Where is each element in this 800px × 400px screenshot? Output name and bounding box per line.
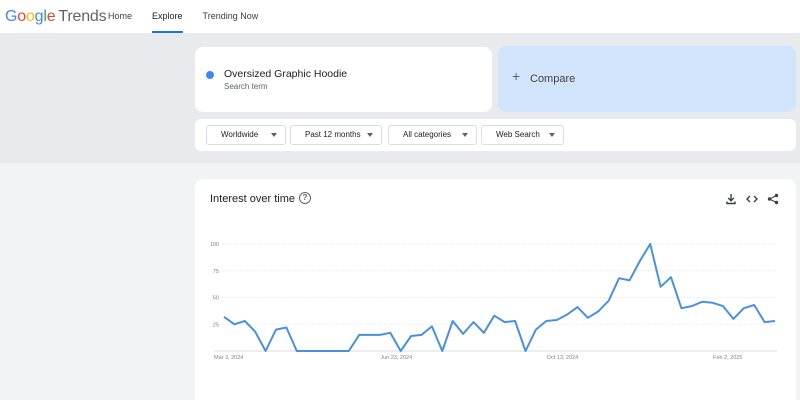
y-tick-label: 100 — [210, 242, 219, 248]
logo-letter: G — [5, 8, 18, 25]
tab-explore[interactable]: Explore — [152, 0, 183, 33]
logo-letter: e — [46, 8, 56, 25]
interest-line-chart: 25 50 75 100 Mar 3, 2024 Jun 23, 2024 Oct 13, … — [210, 242, 777, 361]
caret-down-icon — [367, 133, 373, 137]
search-term-card[interactable]: Oversized Graphic Hoodie Search term — [195, 47, 492, 112]
region-filter-dropdown[interactable]: Worldwide — [206, 125, 286, 145]
x-tick-label: Mar 3, 2024 — [214, 355, 243, 361]
compare-button[interactable]: + Compare — [498, 46, 796, 112]
caret-down-icon — [271, 133, 277, 137]
time-filter-label: Past 12 months — [305, 130, 361, 139]
tab-trending-now[interactable]: Trending Now — [203, 0, 259, 33]
google-trends-logo[interactable]: Google Trends — [5, 8, 107, 26]
category-filter-dropdown[interactable]: All categories — [388, 125, 477, 145]
x-tick-label: Feb 2, 2025 — [713, 355, 742, 361]
logo-trends-word: Trends — [58, 8, 107, 25]
top-header: Google Trends Home Explore Trending Now — [0, 0, 800, 33]
category-filter-label: All categories — [403, 130, 452, 139]
time-filter-dropdown[interactable]: Past 12 months — [290, 125, 382, 145]
search-term-name[interactable]: Oversized Graphic Hoodie — [224, 68, 347, 80]
logo-letter: o — [25, 8, 35, 25]
caret-down-icon — [462, 133, 468, 137]
interest-over-time-card: Interest over time ? 25 50 75 100 Mar 3, 202… — [195, 179, 796, 400]
filter-bar: Worldwide Past 12 months All categories … — [195, 119, 796, 151]
y-tick-label: 75 — [213, 269, 219, 275]
search-type-filter-dropdown[interactable]: Web Search — [481, 125, 564, 145]
logo-google-word: Google — [5, 8, 56, 25]
x-tick-label: Jun 23, 2024 — [380, 355, 412, 361]
plus-icon: + — [512, 68, 521, 84]
term-color-dot — [206, 71, 214, 79]
y-tick-label: 50 — [213, 296, 219, 302]
logo-letter: o — [17, 8, 26, 25]
main-nav: Home Explore Trending Now — [108, 0, 278, 33]
x-tick-label: Oct 13, 2024 — [547, 355, 579, 361]
search-type-filter-label: Web Search — [496, 130, 540, 139]
search-term-subtitle: Search term — [224, 82, 268, 91]
y-tick-label: 25 — [213, 322, 219, 328]
caret-down-icon — [549, 133, 555, 137]
region-filter-label: Worldwide — [221, 130, 259, 139]
tab-home[interactable]: Home — [108, 0, 132, 33]
compare-label: Compare — [530, 73, 576, 85]
